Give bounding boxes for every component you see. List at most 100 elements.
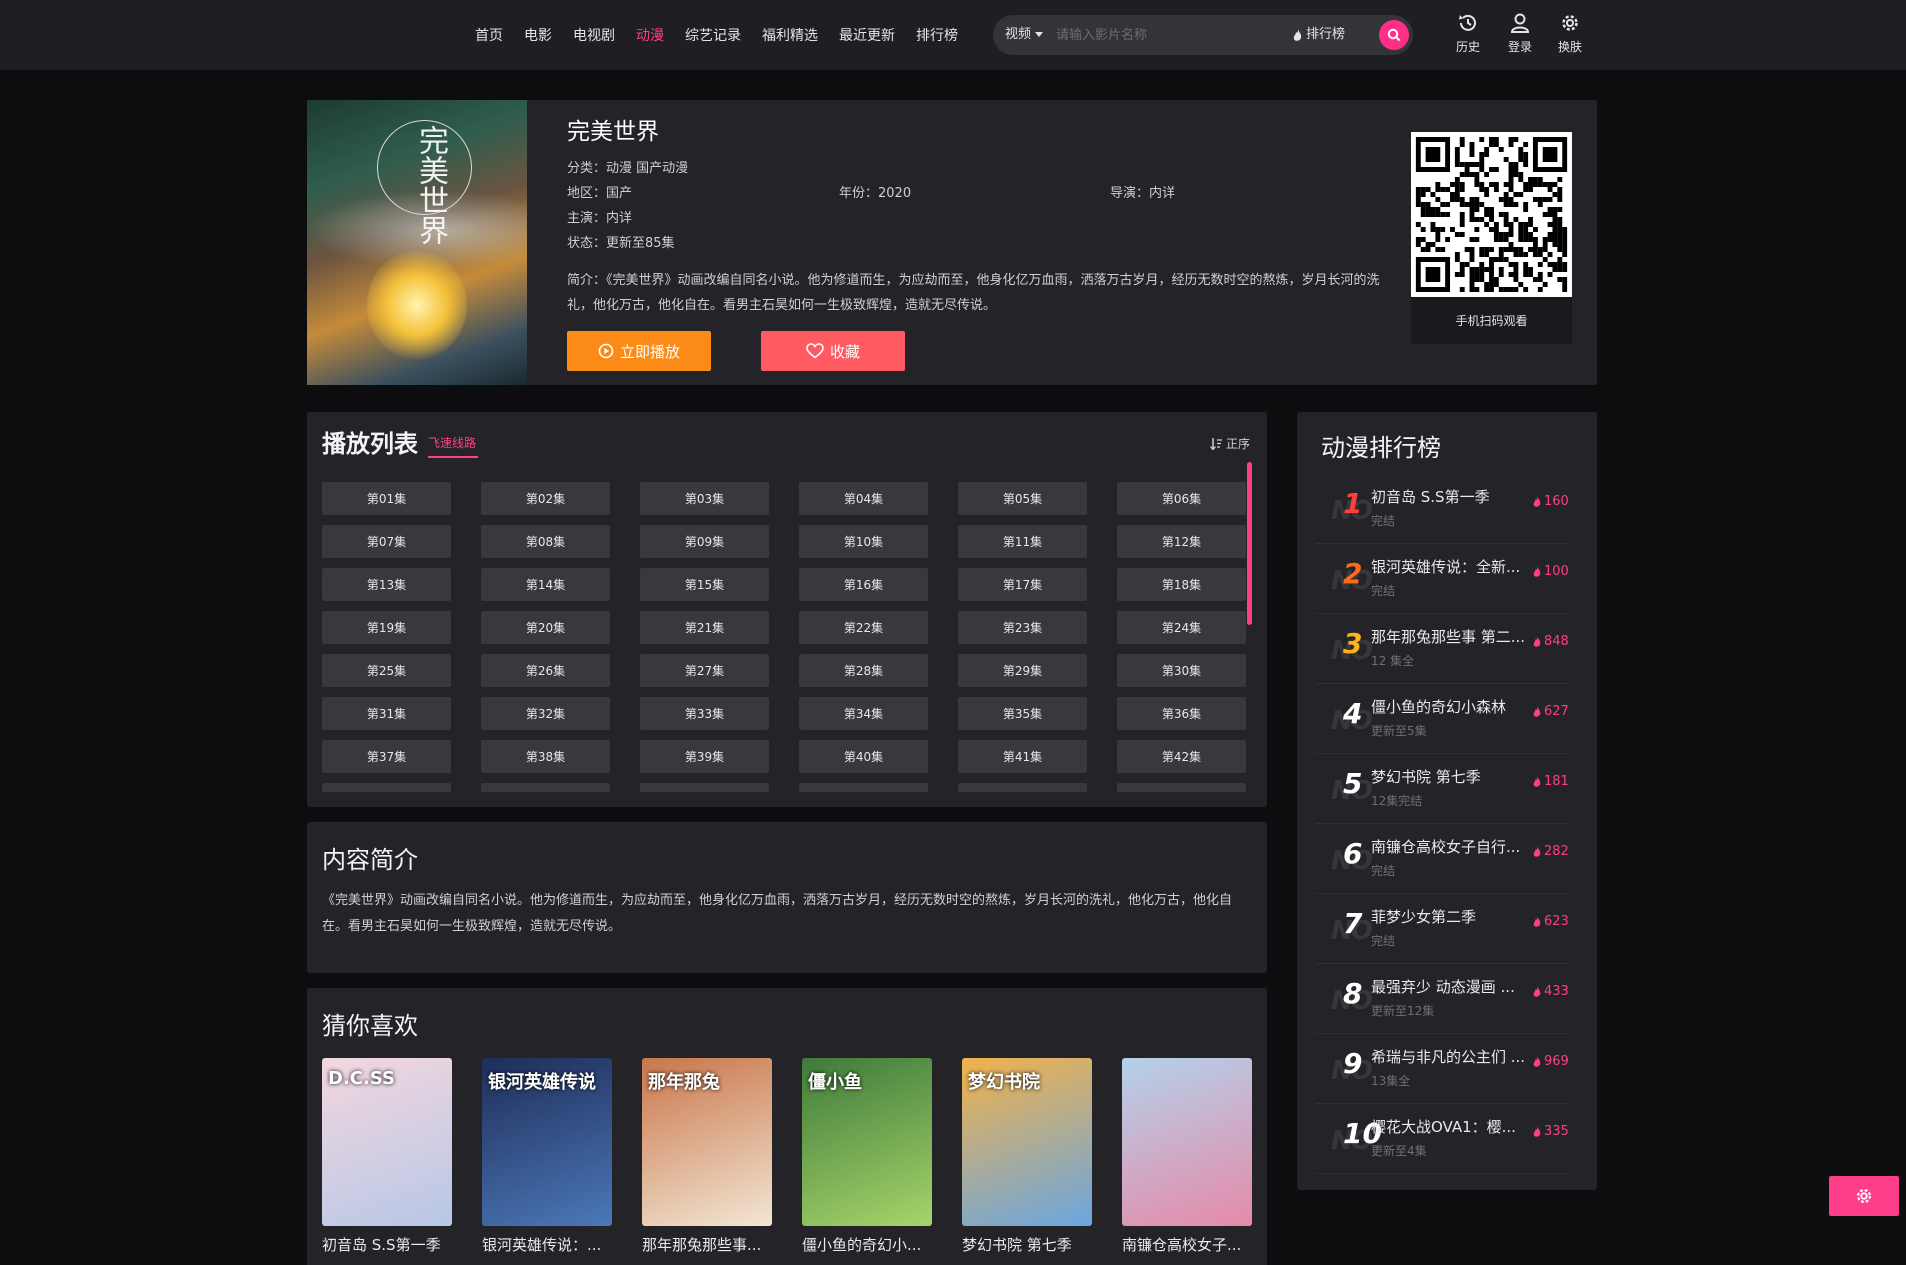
nav-item-1[interactable]: 电影 [524,25,552,45]
episode-button[interactable]: 第37集 [322,740,451,773]
recommend-item[interactable]: 那年那兔 那年那兔那些事... [642,1058,772,1255]
episode-button[interactable]: 第35集 [958,697,1087,730]
episode-button[interactable]: 第08集 [481,525,610,558]
recommend-item[interactable]: 梦幻书院梦幻书院 第七季 [962,1058,1092,1255]
episode-button[interactable]: 第30集 [1117,654,1246,687]
ranking-item[interactable]: NO 10 樱花大战OVA1：樱... 更新至4集 335 [1315,1104,1569,1174]
nav-item-2[interactable]: 电视剧 [573,25,615,45]
episode-button[interactable]: 第25集 [322,654,451,687]
rank-title[interactable]: 僵小鱼的奇幻小森林 [1371,696,1536,717]
skin-button[interactable]: 换肤 [1549,12,1591,55]
episode-button[interactable]: 第34集 [799,697,928,730]
ranking-item[interactable]: NO 9 希瑞与非凡的公主们 ... 13集全 969 [1315,1034,1569,1104]
ranking-item[interactable]: NO 7 菲梦少女第二季 完结 623 [1315,894,1569,964]
episode-button[interactable] [958,783,1087,792]
search-button[interactable] [1379,20,1409,50]
recommend-item[interactable]: 南镰仓高校女子... [1122,1058,1252,1255]
episode-button[interactable]: 第22集 [799,611,928,644]
episode-button[interactable] [799,783,928,792]
recommend-thumbnail[interactable]: 银河英雄传说 [482,1058,612,1226]
recommend-thumbnail[interactable]: D.C.SS [322,1058,452,1226]
recommend-thumbnail[interactable]: 那年那兔 [642,1058,772,1226]
episode-button[interactable] [640,783,769,792]
episode-button[interactable]: 第36集 [1117,697,1246,730]
ranking-item[interactable]: NO 4 僵小鱼的奇幻小森林 更新至5集 627 [1315,684,1569,754]
history-button[interactable]: 历史 [1447,12,1489,55]
rank-title[interactable]: 菲梦少女第二季 [1371,906,1536,927]
episode-button[interactable] [481,783,610,792]
search-type-select[interactable]: 视频 [1005,15,1044,55]
route-tab[interactable]: 飞速线路 [428,434,476,451]
episode-button[interactable]: 第07集 [322,525,451,558]
episode-button[interactable]: 第31集 [322,697,451,730]
favorite-button[interactable]: 收藏 [761,331,905,371]
rank-title[interactable]: 樱花大战OVA1：樱... [1371,1116,1536,1137]
episode-button[interactable]: 第11集 [958,525,1087,558]
ranking-item[interactable]: NO 5 梦幻书院 第七季 12集完结 181 [1315,754,1569,824]
episode-button[interactable]: 第16集 [799,568,928,601]
episode-button[interactable]: 第38集 [481,740,610,773]
rank-title[interactable]: 希瑞与非凡的公主们 ... [1371,1046,1536,1067]
recommend-thumbnail[interactable]: 僵小鱼 [802,1058,932,1226]
episode-button[interactable] [322,783,451,792]
nav-item-4[interactable]: 综艺记录 [685,25,741,45]
episode-button[interactable]: 第39集 [640,740,769,773]
ranking-item[interactable]: NO 6 南镰仓高校女子自行... 完结 282 [1315,824,1569,894]
nav-item-0[interactable]: 首页 [475,25,503,45]
episode-button[interactable]: 第10集 [799,525,928,558]
rank-title[interactable]: 南镰仓高校女子自行... [1371,836,1536,857]
nav-item-3[interactable]: 动漫 [636,25,664,45]
episode-button[interactable]: 第21集 [640,611,769,644]
episode-button[interactable]: 第40集 [799,740,928,773]
episode-button[interactable]: 第23集 [958,611,1087,644]
login-button[interactable]: 登录 [1499,12,1541,55]
episode-button[interactable]: 第12集 [1117,525,1246,558]
episode-button[interactable]: 第42集 [1117,740,1246,773]
rank-title[interactable]: 最强弃少 动态漫画 ... [1371,976,1536,997]
floating-settings-button[interactable] [1829,1176,1899,1216]
ranking-item[interactable]: NO 8 最强弃少 动态漫画 ... 更新至12集 433 [1315,964,1569,1034]
episode-button[interactable]: 第04集 [799,482,928,515]
rank-title[interactable]: 初音岛 S.S第一季 [1371,486,1536,507]
search-rank-link[interactable]: 排行榜 [1293,15,1345,55]
recommend-name[interactable]: 僵小鱼的奇幻小... [802,1234,932,1255]
episode-scrollbar[interactable] [1247,462,1252,625]
episode-button[interactable]: 第26集 [481,654,610,687]
recommend-name[interactable]: 南镰仓高校女子... [1122,1234,1252,1255]
recommend-thumbnail[interactable]: 梦幻书院 [962,1058,1092,1226]
episode-button[interactable]: 第09集 [640,525,769,558]
episode-button[interactable]: 第32集 [481,697,610,730]
episode-button[interactable]: 第19集 [322,611,451,644]
episode-button[interactable]: 第15集 [640,568,769,601]
recommend-name[interactable]: 初音岛 S.S第一季 [322,1234,452,1255]
recommend-name[interactable]: 银河英雄传说：... [482,1234,612,1255]
play-now-button[interactable]: 立即播放 [567,331,711,371]
ranking-item[interactable]: NO 3 那年那兔那些事 第二... 12 集全 848 [1315,614,1569,684]
recommend-item[interactable]: 僵小鱼僵小鱼的奇幻小... [802,1058,932,1255]
episode-button[interactable]: 第27集 [640,654,769,687]
episode-button[interactable]: 第05集 [958,482,1087,515]
episode-button[interactable]: 第13集 [322,568,451,601]
episode-button[interactable]: 第20集 [481,611,610,644]
episode-button[interactable]: 第03集 [640,482,769,515]
episode-button[interactable]: 第29集 [958,654,1087,687]
recommend-name[interactable]: 梦幻书院 第七季 [962,1234,1092,1255]
nav-item-7[interactable]: 排行榜 [916,25,958,45]
poster-image[interactable]: 完美世界 [307,100,527,385]
recommend-item[interactable]: 银河英雄传说银河英雄传说：... [482,1058,612,1255]
episode-button[interactable]: 第01集 [322,482,451,515]
episode-button[interactable]: 第02集 [481,482,610,515]
episode-button[interactable]: 第06集 [1117,482,1246,515]
recommend-item[interactable]: D.C.SS 初音岛 S.S第一季 [322,1058,452,1255]
nav-item-6[interactable]: 最近更新 [839,25,895,45]
episode-button[interactable] [1117,783,1246,792]
ranking-item[interactable]: NO 1 初音岛 S.S第一季 完结 160 [1315,474,1569,544]
search-input[interactable] [1056,23,1286,47]
episode-button[interactable]: 第17集 [958,568,1087,601]
rank-title[interactable]: 那年那兔那些事 第二... [1371,626,1536,647]
episode-button[interactable]: 第28集 [799,654,928,687]
sort-button[interactable]: 正序 [1210,435,1250,452]
episode-button[interactable]: 第41集 [958,740,1087,773]
episode-button[interactable]: 第33集 [640,697,769,730]
ranking-item[interactable]: NO 2 银河英雄传说：全新... 完结 100 [1315,544,1569,614]
